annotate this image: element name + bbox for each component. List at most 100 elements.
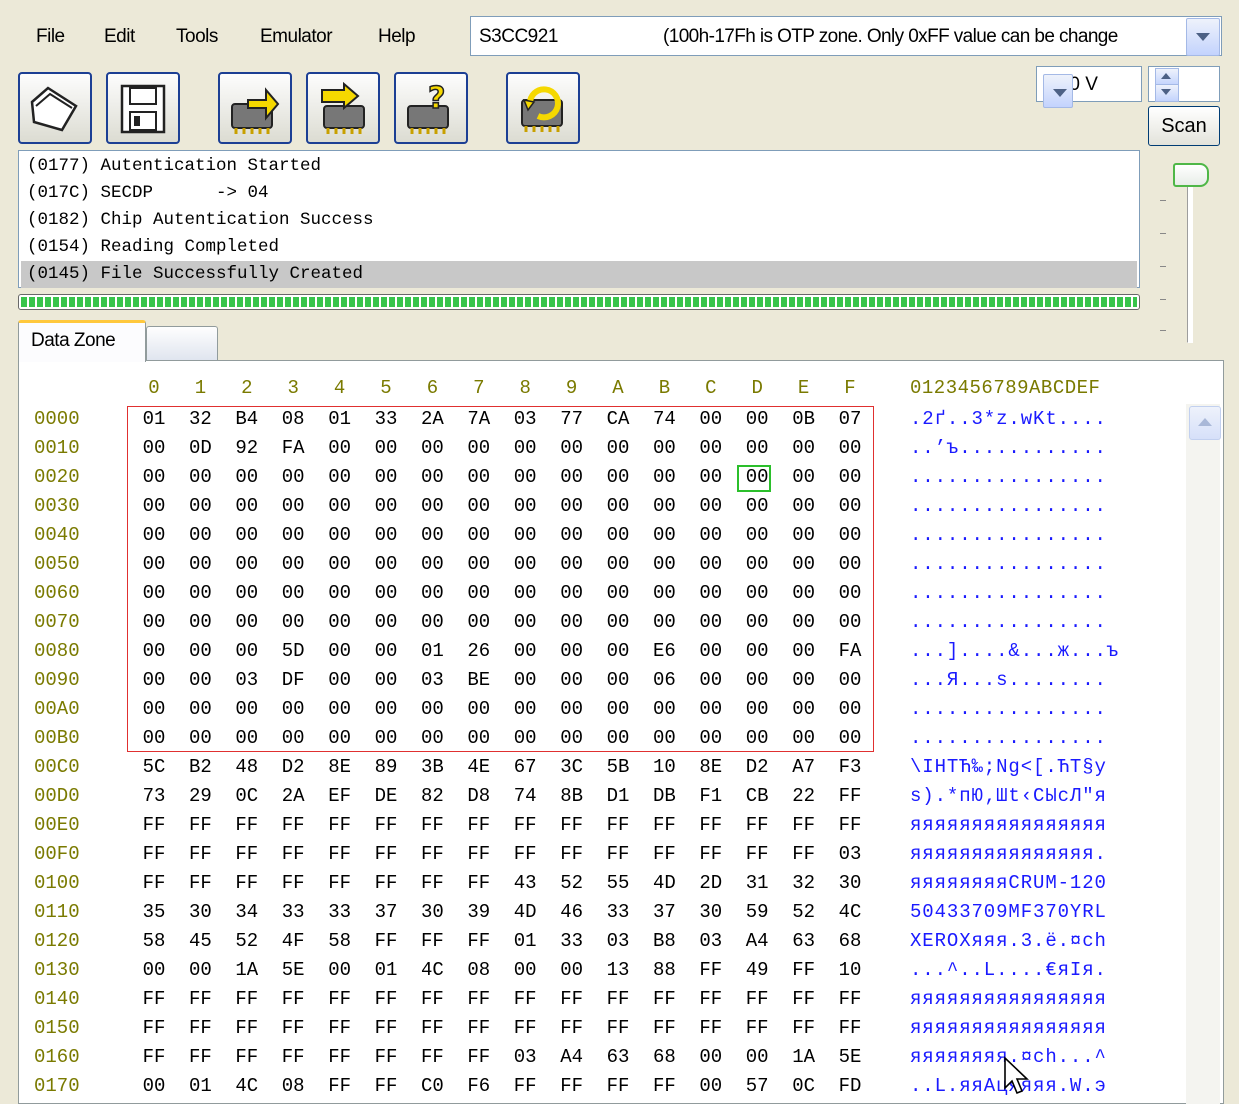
hex-byte-cell[interactable]: 29 xyxy=(180,785,220,807)
open-file-button[interactable] xyxy=(18,72,92,144)
hex-byte-cell[interactable]: 00 xyxy=(830,437,870,459)
hex-byte-cell[interactable]: 00 xyxy=(784,727,824,749)
hex-byte-cell[interactable]: 00 xyxy=(180,611,220,633)
ascii-text[interactable]: ...^..L....€яIя. xyxy=(910,959,1107,981)
hex-byte-cell[interactable]: 2A xyxy=(412,408,452,430)
hex-byte-cell[interactable]: 00 xyxy=(830,698,870,720)
scan-button[interactable]: Scan xyxy=(1148,106,1220,146)
hex-byte-cell[interactable]: 52 xyxy=(552,872,592,894)
ascii-text[interactable]: ................ xyxy=(910,727,1107,749)
hex-byte-cell[interactable]: FF xyxy=(784,1017,824,1039)
hex-byte-cell[interactable]: 00 xyxy=(691,1075,731,1097)
hex-byte-cell[interactable]: 67 xyxy=(505,756,545,778)
hex-byte-cell[interactable]: 00 xyxy=(552,553,592,575)
hex-byte-cell[interactable]: 03 xyxy=(412,669,452,691)
menu-file[interactable]: File xyxy=(36,26,65,48)
hex-byte-cell[interactable]: 00 xyxy=(598,582,638,604)
hex-byte-cell[interactable]: 00 xyxy=(459,437,499,459)
hex-byte-cell[interactable]: 00 xyxy=(737,495,777,517)
vertical-slider[interactable] xyxy=(1150,155,1210,345)
hex-byte-cell[interactable]: 74 xyxy=(644,408,684,430)
hex-byte-cell[interactable]: 00 xyxy=(134,727,174,749)
hex-byte-cell[interactable]: 00 xyxy=(320,495,360,517)
hex-byte-cell[interactable]: FF xyxy=(737,814,777,836)
hex-byte-cell[interactable]: FF xyxy=(273,872,313,894)
hex-byte-cell[interactable]: 01 xyxy=(366,959,406,981)
hex-byte-cell[interactable]: 00 xyxy=(598,495,638,517)
hex-byte-cell[interactable]: 52 xyxy=(227,930,267,952)
hex-byte-cell[interactable]: FF xyxy=(180,872,220,894)
hex-byte-cell[interactable]: 00 xyxy=(691,1046,731,1068)
hex-byte-cell[interactable]: 00 xyxy=(644,698,684,720)
hex-byte-cell[interactable]: 00 xyxy=(459,466,499,488)
hex-byte-cell[interactable]: 00 xyxy=(691,727,731,749)
menu-emulator[interactable]: Emulator xyxy=(260,26,333,48)
hex-byte-cell[interactable]: 10 xyxy=(644,756,684,778)
hex-byte-cell[interactable]: 00 xyxy=(320,669,360,691)
hex-byte-cell[interactable]: 32 xyxy=(784,872,824,894)
hex-byte-cell[interactable]: 00 xyxy=(691,466,731,488)
hex-byte-cell[interactable]: 4D xyxy=(505,901,545,923)
hex-byte-cell[interactable]: 4C xyxy=(412,959,452,981)
hex-byte-cell[interactable]: 8E xyxy=(320,756,360,778)
hex-byte-cell[interactable]: D2 xyxy=(273,756,313,778)
hex-byte-cell[interactable]: 5C xyxy=(134,756,174,778)
hex-byte-cell[interactable]: 08 xyxy=(273,408,313,430)
hex-byte-cell[interactable]: 00 xyxy=(552,466,592,488)
hex-byte-cell[interactable]: 73 xyxy=(134,785,174,807)
hex-byte-cell[interactable]: 00 xyxy=(737,408,777,430)
hex-byte-cell[interactable]: 4D xyxy=(644,872,684,894)
hex-byte-cell[interactable]: 00 xyxy=(598,698,638,720)
ascii-text[interactable]: 50433709MF370YRL xyxy=(910,901,1107,923)
hex-byte-cell[interactable]: 0B xyxy=(784,408,824,430)
hex-byte-cell[interactable]: 00 xyxy=(180,466,220,488)
hex-byte-cell[interactable]: FF xyxy=(459,1046,499,1068)
hex-byte-cell[interactable]: 00 xyxy=(598,669,638,691)
hex-byte-cell[interactable]: 00 xyxy=(552,611,592,633)
ascii-text[interactable]: яяяяяяяяяяяяяяяя xyxy=(910,1017,1107,1039)
hex-byte-cell[interactable]: 37 xyxy=(366,901,406,923)
hex-byte-cell[interactable]: B4 xyxy=(227,408,267,430)
hex-byte-cell[interactable]: F3 xyxy=(830,756,870,778)
hex-byte-cell[interactable]: 00 xyxy=(505,611,545,633)
hex-byte-cell[interactable]: 22 xyxy=(784,785,824,807)
hex-byte-cell[interactable]: 00 xyxy=(644,582,684,604)
ascii-text[interactable]: яяяяяяяяяяяяяяя. xyxy=(910,843,1107,865)
hex-byte-cell[interactable]: FF xyxy=(459,843,499,865)
hex-byte-cell[interactable]: 00 xyxy=(459,524,499,546)
hex-byte-cell[interactable]: 08 xyxy=(273,1075,313,1097)
hex-byte-cell[interactable]: 00 xyxy=(227,611,267,633)
chip-select[interactable]: S3CC921 (100h-17Fh is OTP zone. Only 0xF… xyxy=(470,16,1222,56)
hex-byte-cell[interactable]: 00 xyxy=(412,437,452,459)
hex-byte-cell[interactable]: 01 xyxy=(180,1075,220,1097)
hex-byte-cell[interactable]: FF xyxy=(273,1046,313,1068)
hex-byte-cell[interactable]: 00 xyxy=(691,582,731,604)
hex-byte-cell[interactable]: 00 xyxy=(552,727,592,749)
hex-byte-cell[interactable]: 03 xyxy=(830,843,870,865)
hex-byte-cell[interactable]: FF xyxy=(830,785,870,807)
hex-byte-cell[interactable]: 00 xyxy=(134,437,174,459)
hex-byte-cell[interactable]: 33 xyxy=(273,901,313,923)
hex-byte-cell[interactable]: 03 xyxy=(505,408,545,430)
hex-byte-cell[interactable]: FA xyxy=(830,640,870,662)
hex-byte-cell[interactable]: 00 xyxy=(180,698,220,720)
hex-byte-cell[interactable]: 00 xyxy=(737,437,777,459)
hex-byte-cell[interactable]: 00 xyxy=(784,582,824,604)
hex-byte-cell[interactable]: 00 xyxy=(412,524,452,546)
hex-byte-cell[interactable]: 03 xyxy=(227,669,267,691)
hex-byte-cell[interactable]: 00 xyxy=(459,727,499,749)
spin-down-button[interactable] xyxy=(1155,84,1179,102)
hex-byte-cell[interactable]: 43 xyxy=(505,872,545,894)
hex-byte-cell[interactable]: FF xyxy=(552,843,592,865)
hex-byte-cell[interactable]: FF xyxy=(134,1046,174,1068)
hex-byte-cell[interactable]: FF xyxy=(273,1017,313,1039)
hex-byte-cell[interactable]: 68 xyxy=(644,1046,684,1068)
hex-byte-cell[interactable]: 00 xyxy=(273,495,313,517)
hex-byte-cell[interactable]: 00 xyxy=(505,727,545,749)
hex-byte-cell[interactable]: 00 xyxy=(134,698,174,720)
hex-byte-cell[interactable]: FF xyxy=(691,959,731,981)
hex-byte-cell[interactable]: 00 xyxy=(180,495,220,517)
hex-byte-cell[interactable]: E6 xyxy=(644,640,684,662)
hex-byte-cell[interactable]: 00 xyxy=(273,698,313,720)
hex-byte-cell[interactable]: 63 xyxy=(784,930,824,952)
